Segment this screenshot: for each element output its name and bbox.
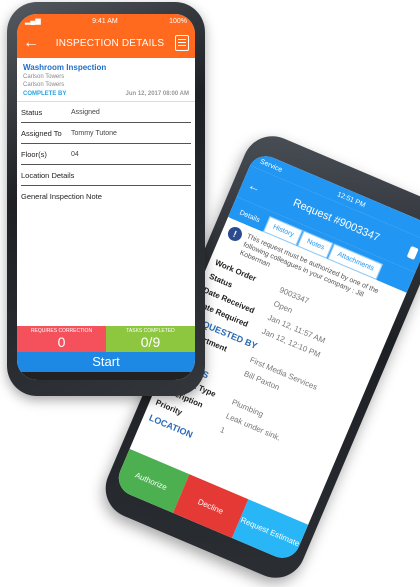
inspection-card: Washroom Inspection Carlson Towers Carls… — [17, 58, 195, 102]
general-inspection-note[interactable]: General Inspection Note — [21, 186, 191, 206]
front-phone-screen: ▂▄▆ 9:41 AM 100% ← INSPECTION DETAILS Wa… — [17, 14, 195, 380]
field-assigned-to: Assigned To Tommy Tutone — [21, 123, 191, 144]
page-title: INSPECTION DETAILS — [55, 37, 165, 49]
inspection-due: COMPLETE BY Jun 12, 2017 08:00 AM — [23, 91, 189, 97]
location-details-section[interactable]: Location Details — [21, 165, 191, 186]
home-bar — [17, 372, 195, 380]
status-bar: ▂▄▆ 9:41 AM 100% — [17, 14, 195, 28]
complete-by-label: COMPLETE BY — [23, 91, 67, 97]
start-button[interactable]: Start — [17, 352, 195, 372]
field-status: Status Assigned — [21, 102, 191, 123]
tasks-completed-count: 0/9 — [140, 334, 161, 350]
menu-icon[interactable] — [175, 35, 189, 51]
field-value: Tommy Tutone — [71, 129, 117, 137]
front-phone: ▂▄▆ 9:41 AM 100% ← INSPECTION DETAILS Wa… — [7, 2, 205, 396]
inspection-stats: REQUIRES CORRECTION 0 TASKS COMPLETED 0/… — [17, 326, 195, 352]
inspection-location-line1: Carlson Towers — [23, 74, 65, 80]
complete-by-date: Jun 12, 2017 08:00 AM — [125, 91, 189, 97]
requires-correction-stat: REQUIRES CORRECTION 0 — [17, 326, 106, 352]
info-icon: ! — [225, 224, 245, 244]
field-label: Status — [21, 107, 43, 117]
inspection-location-line2: Carlson Towers — [23, 82, 65, 88]
tasks-completed-label: TASKS COMPLETED — [126, 328, 175, 334]
field-label: Assigned To — [21, 128, 62, 138]
field-label: Floor(s) — [21, 149, 47, 159]
field-value: Assigned — [71, 108, 100, 116]
request-estimate-button[interactable]: Request Estimate — [232, 499, 309, 564]
requires-correction-label: REQUIRES CORRECTION — [30, 328, 93, 334]
clock: 9:41 AM — [92, 17, 118, 25]
inspection-name: Washroom Inspection — [23, 63, 107, 72]
field-floors: Floor(s) 04 — [21, 144, 191, 165]
tasks-completed-stat: TASKS COMPLETED 0/9 — [106, 326, 195, 352]
inspection-header: ← INSPECTION DETAILS — [17, 28, 195, 58]
requires-correction-count: 0 — [57, 334, 66, 350]
signal-icon: ▂▄▆ — [25, 18, 41, 25]
battery-level: 100% — [169, 17, 187, 25]
back-arrow-icon[interactable]: ← — [23, 34, 45, 52]
field-value: 04 — [71, 150, 79, 158]
